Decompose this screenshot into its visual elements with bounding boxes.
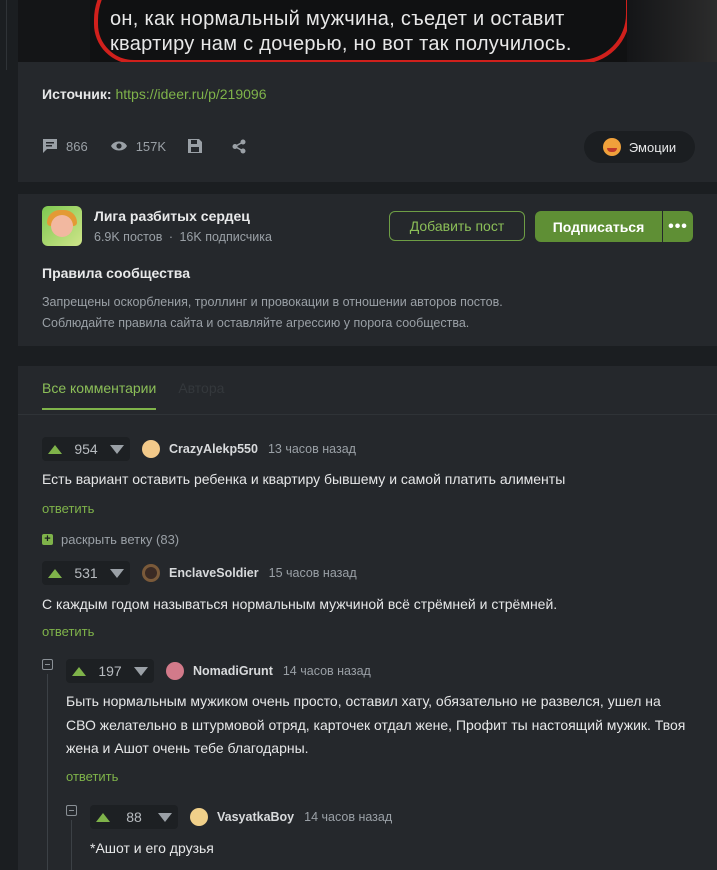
comment-header: 954 CrazyAlekp550 13 часов назад: [42, 437, 356, 461]
comment-username[interactable]: CrazyAlekp550: [169, 442, 258, 456]
emotion-face-icon: [602, 138, 621, 156]
rules-text: Запрещены оскорбления, троллинг и провок…: [42, 292, 503, 334]
plus-icon: +: [42, 534, 53, 545]
comment-text-line: жена и Ашот очень тебе благодарны.: [66, 740, 309, 756]
save-button[interactable]: [188, 139, 210, 153]
comment-username[interactable]: EnclaveSoldier: [169, 566, 259, 580]
comment-text: С каждым годом называться нормальным муж…: [42, 596, 558, 612]
rules-line-1: Запрещены оскорбления, троллинг и провок…: [42, 295, 503, 309]
upvote-icon[interactable]: [96, 812, 110, 822]
reply-button[interactable]: ответить: [42, 624, 94, 639]
share-button[interactable]: [232, 139, 254, 154]
comment-username[interactable]: NomadiGrunt: [193, 664, 273, 678]
comment-text: Быть нормальным мужиком очень просто, ос…: [66, 690, 685, 761]
thread-line[interactable]: [47, 674, 48, 870]
image-text-line2: квартиру нам с дочерью, но вот так получ…: [110, 33, 572, 55]
more-options-button[interactable]: •••: [663, 211, 693, 242]
downvote-icon[interactable]: [109, 568, 124, 578]
comment-text-line: Быть нормальным мужиком очень просто, ос…: [66, 693, 661, 709]
avatar[interactable]: [142, 440, 160, 458]
eye-icon: [110, 141, 127, 151]
add-post-button[interactable]: Добавить пост: [389, 211, 525, 241]
community-subscribers: 16K подписчика: [179, 230, 272, 244]
community-name[interactable]: Лига разбитых сердец: [94, 208, 250, 224]
reply-button[interactable]: ответить: [42, 501, 94, 516]
left-border: [0, 0, 7, 70]
tab-author-comments[interactable]: Автора: [178, 380, 224, 410]
community-stats: 6.9K постов · 16K подписчика: [94, 230, 272, 244]
expand-thread-label: раскрыть ветку (83): [61, 532, 180, 547]
comment-time[interactable]: 13 часов назад: [268, 442, 356, 456]
comment-text: *Ашот и его друзья: [90, 840, 214, 856]
comment-username[interactable]: VasyatkaBoy: [217, 810, 294, 824]
source-label: Источник:: [42, 86, 112, 102]
comment-header: 531 EnclaveSoldier 15 часов назад: [42, 561, 357, 585]
reply-button[interactable]: ответить: [66, 769, 118, 784]
comment-time[interactable]: 14 часов назад: [283, 664, 371, 678]
comment-icon: [43, 139, 57, 153]
comment-rating: 88: [126, 809, 142, 825]
expand-thread-button[interactable]: + раскрыть ветку (83): [42, 532, 179, 547]
avatar[interactable]: [142, 564, 160, 582]
vote-box: 954: [42, 437, 130, 461]
avatar[interactable]: [190, 808, 208, 826]
comment-rating: 954: [74, 441, 98, 457]
image-text-line1: он, как нормальный мужчина, съедет и ост…: [110, 8, 565, 30]
comment-tabs: Все комментарии Автора: [42, 380, 224, 410]
comments-counter[interactable]: 866: [42, 138, 88, 154]
story-image[interactable]: он, как нормальный мужчина, съедет и ост…: [18, 0, 717, 62]
tabs-divider: [18, 414, 717, 415]
subscribe-button[interactable]: Подписаться: [535, 211, 662, 242]
collapse-thread-icon[interactable]: [66, 805, 77, 816]
comment-rating: 197: [98, 663, 122, 679]
comment-rating: 531: [74, 565, 98, 581]
comment-time[interactable]: 15 часов назад: [269, 566, 357, 580]
community-posts: 6.9K постов: [94, 230, 163, 244]
rules-title: Правила сообщества: [42, 265, 190, 281]
downvote-icon[interactable]: [157, 812, 172, 822]
downvote-icon[interactable]: [133, 666, 148, 676]
vote-box: 531: [42, 561, 130, 585]
comments-section: Все комментарии Автора 954 CrazyAlekp550…: [18, 366, 717, 870]
share-icon: [232, 139, 246, 153]
upvote-icon[interactable]: [48, 568, 62, 578]
comment-text: Есть вариант оставить ребенка и квартиру…: [42, 471, 566, 487]
vote-box: 88: [90, 805, 178, 829]
vote-box: 197: [66, 659, 154, 683]
source-link[interactable]: https://ideer.ru/p/219096: [115, 86, 266, 102]
community-avatar[interactable]: [42, 206, 82, 246]
thread-line[interactable]: [71, 820, 72, 870]
save-icon: [188, 139, 203, 153]
emotions-button[interactable]: Эмоции: [584, 131, 695, 163]
source-line: Источник: https://ideer.ru/p/219096: [42, 86, 266, 102]
comment-header: 197 NomadiGrunt 14 часов назад: [66, 659, 371, 683]
downvote-icon[interactable]: [109, 444, 124, 454]
emotions-label: Эмоции: [628, 139, 677, 155]
views-count: 157K: [135, 138, 167, 154]
story-meta: 866 157K: [42, 138, 276, 154]
collapse-thread-icon[interactable]: [42, 659, 53, 670]
story-card: он, как нормальный мужчина, съедет и ост…: [18, 0, 717, 182]
tab-all-comments[interactable]: Все комментарии: [42, 380, 157, 410]
comment-header: 88 VasyatkaBoy 14 часов назад: [90, 805, 392, 829]
upvote-icon[interactable]: [48, 444, 62, 454]
comment-time[interactable]: 14 часов назад: [304, 810, 392, 824]
comment-text-line: СВО желательно в штурмовой отряд, карточ…: [66, 716, 686, 733]
views-counter: 157K: [110, 139, 166, 154]
comments-count: 866: [66, 138, 88, 154]
community-card: Лига разбитых сердец 6.9K постов · 16K п…: [18, 194, 717, 346]
upvote-icon[interactable]: [72, 666, 86, 676]
rules-line-2: Соблюдайте правила сайта и оставляйте аг…: [42, 316, 470, 330]
avatar[interactable]: [166, 662, 184, 680]
